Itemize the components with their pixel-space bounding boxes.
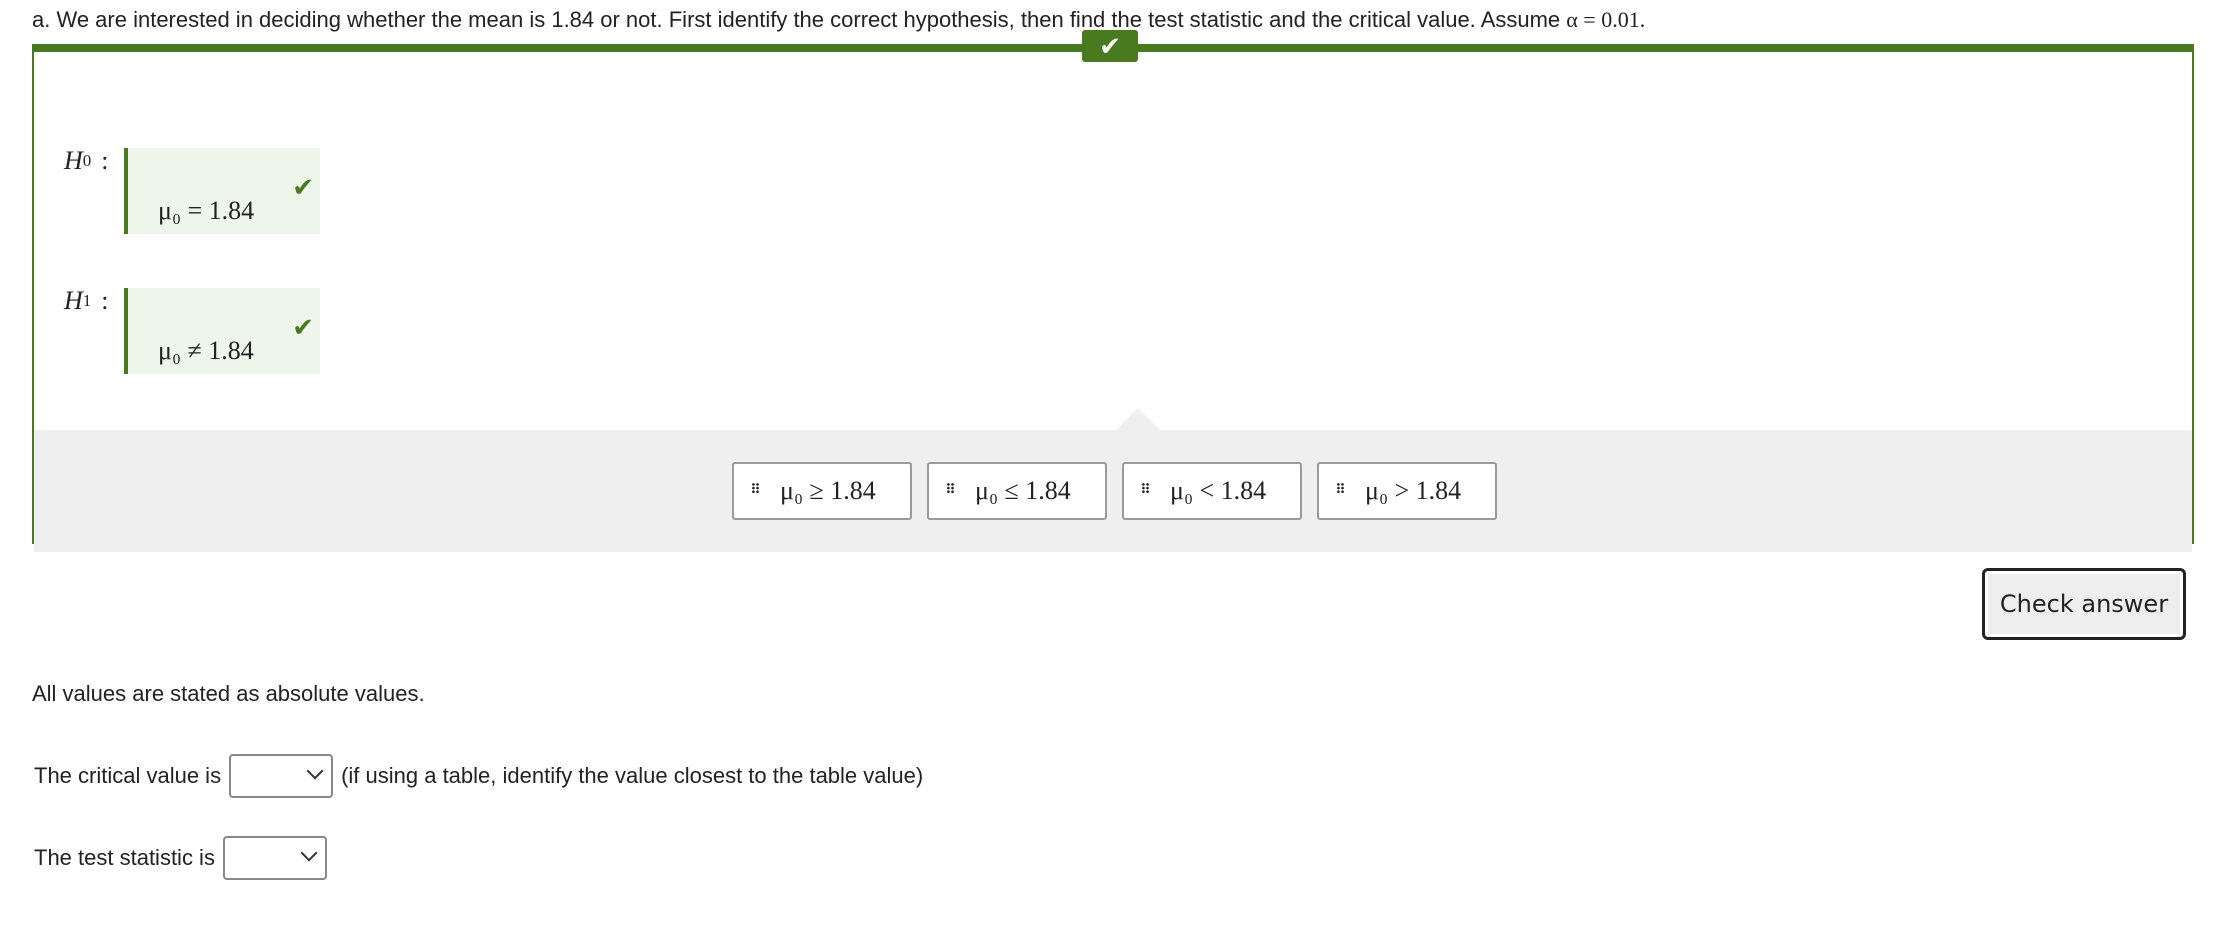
option-label: μ₀ ≤ 1.84	[975, 476, 1071, 505]
alpha-expression: α = 0.01.	[1566, 7, 1646, 32]
h0-subscript: 0	[82, 151, 92, 170]
critical-value-hint: (if using a table, identify the value cl…	[341, 763, 924, 788]
options-tray: ⠿ μ₀ ≥ 1.84 ⠿ μ₀ ≤ 1.84 ⠿ μ₀ < 1.84 ⠿ μ₀…	[34, 408, 2192, 552]
drag-handle-icon[interactable]: ⠿	[945, 484, 959, 498]
option-mu-gt[interactable]: ⠿ μ₀ > 1.84	[1317, 462, 1497, 520]
question-prompt: a. We are interested in deciding whether…	[32, 6, 1645, 34]
drag-handle-icon[interactable]: ⠿	[1335, 484, 1349, 498]
test-statistic-label: The test statistic is	[34, 845, 215, 870]
test-statistic-select[interactable]	[222, 836, 327, 880]
checkmark-icon: ✔	[292, 172, 314, 202]
chevron-down-icon	[306, 762, 324, 780]
option-mu-lt[interactable]: ⠿ μ₀ < 1.84	[1122, 462, 1302, 520]
critical-value-label: The critical value is	[34, 763, 222, 788]
absolute-values-note: All values are stated as absolute values…	[32, 681, 425, 706]
h1-answer[interactable]: μ₀ ≠ 1.84	[158, 336, 254, 366]
h1-letter: H	[64, 286, 83, 315]
chevron-down-icon	[300, 844, 318, 862]
critical-value-select[interactable]	[229, 754, 334, 798]
option-mu-geq[interactable]: ⠿ μ₀ ≥ 1.84	[732, 462, 912, 520]
panel-correct-checkmark-icon: ✔	[1082, 30, 1138, 62]
option-label: μ₀ > 1.84	[1365, 476, 1462, 505]
test-statistic-row: The test statistic is	[34, 836, 335, 880]
h0-letter: H	[64, 146, 83, 175]
h0-answer[interactable]: μ₀ = 1.84	[158, 196, 254, 226]
tray-caret	[1116, 408, 1160, 430]
h0-drop-zone[interactable]: μ₀ = 1.84 ✔	[124, 148, 320, 234]
prompt-text: a. We are interested in deciding whether…	[32, 7, 1567, 32]
option-label: μ₀ < 1.84	[1170, 476, 1267, 505]
drag-handle-icon[interactable]: ⠿	[1140, 484, 1154, 498]
option-mu-leq[interactable]: ⠿ μ₀ ≤ 1.84	[927, 462, 1107, 520]
option-label: μ₀ ≥ 1.84	[780, 476, 876, 505]
h1-subscript: 1	[82, 291, 92, 310]
check-answer-button[interactable]: Check answer	[1982, 568, 2186, 640]
h1-drop-zone[interactable]: μ₀ ≠ 1.84 ✔	[124, 288, 320, 374]
hypothesis-panel: H0: μ₀ = 1.84 ✔ H1: μ₀ ≠ 1.84 ✔ ⠿ μ₀ ≥ 1…	[32, 44, 2194, 552]
checkmark-icon: ✔	[292, 312, 314, 342]
critical-value-row: The critical value is (if using a table,…	[34, 754, 923, 798]
drag-handle-icon[interactable]: ⠿	[750, 484, 764, 498]
